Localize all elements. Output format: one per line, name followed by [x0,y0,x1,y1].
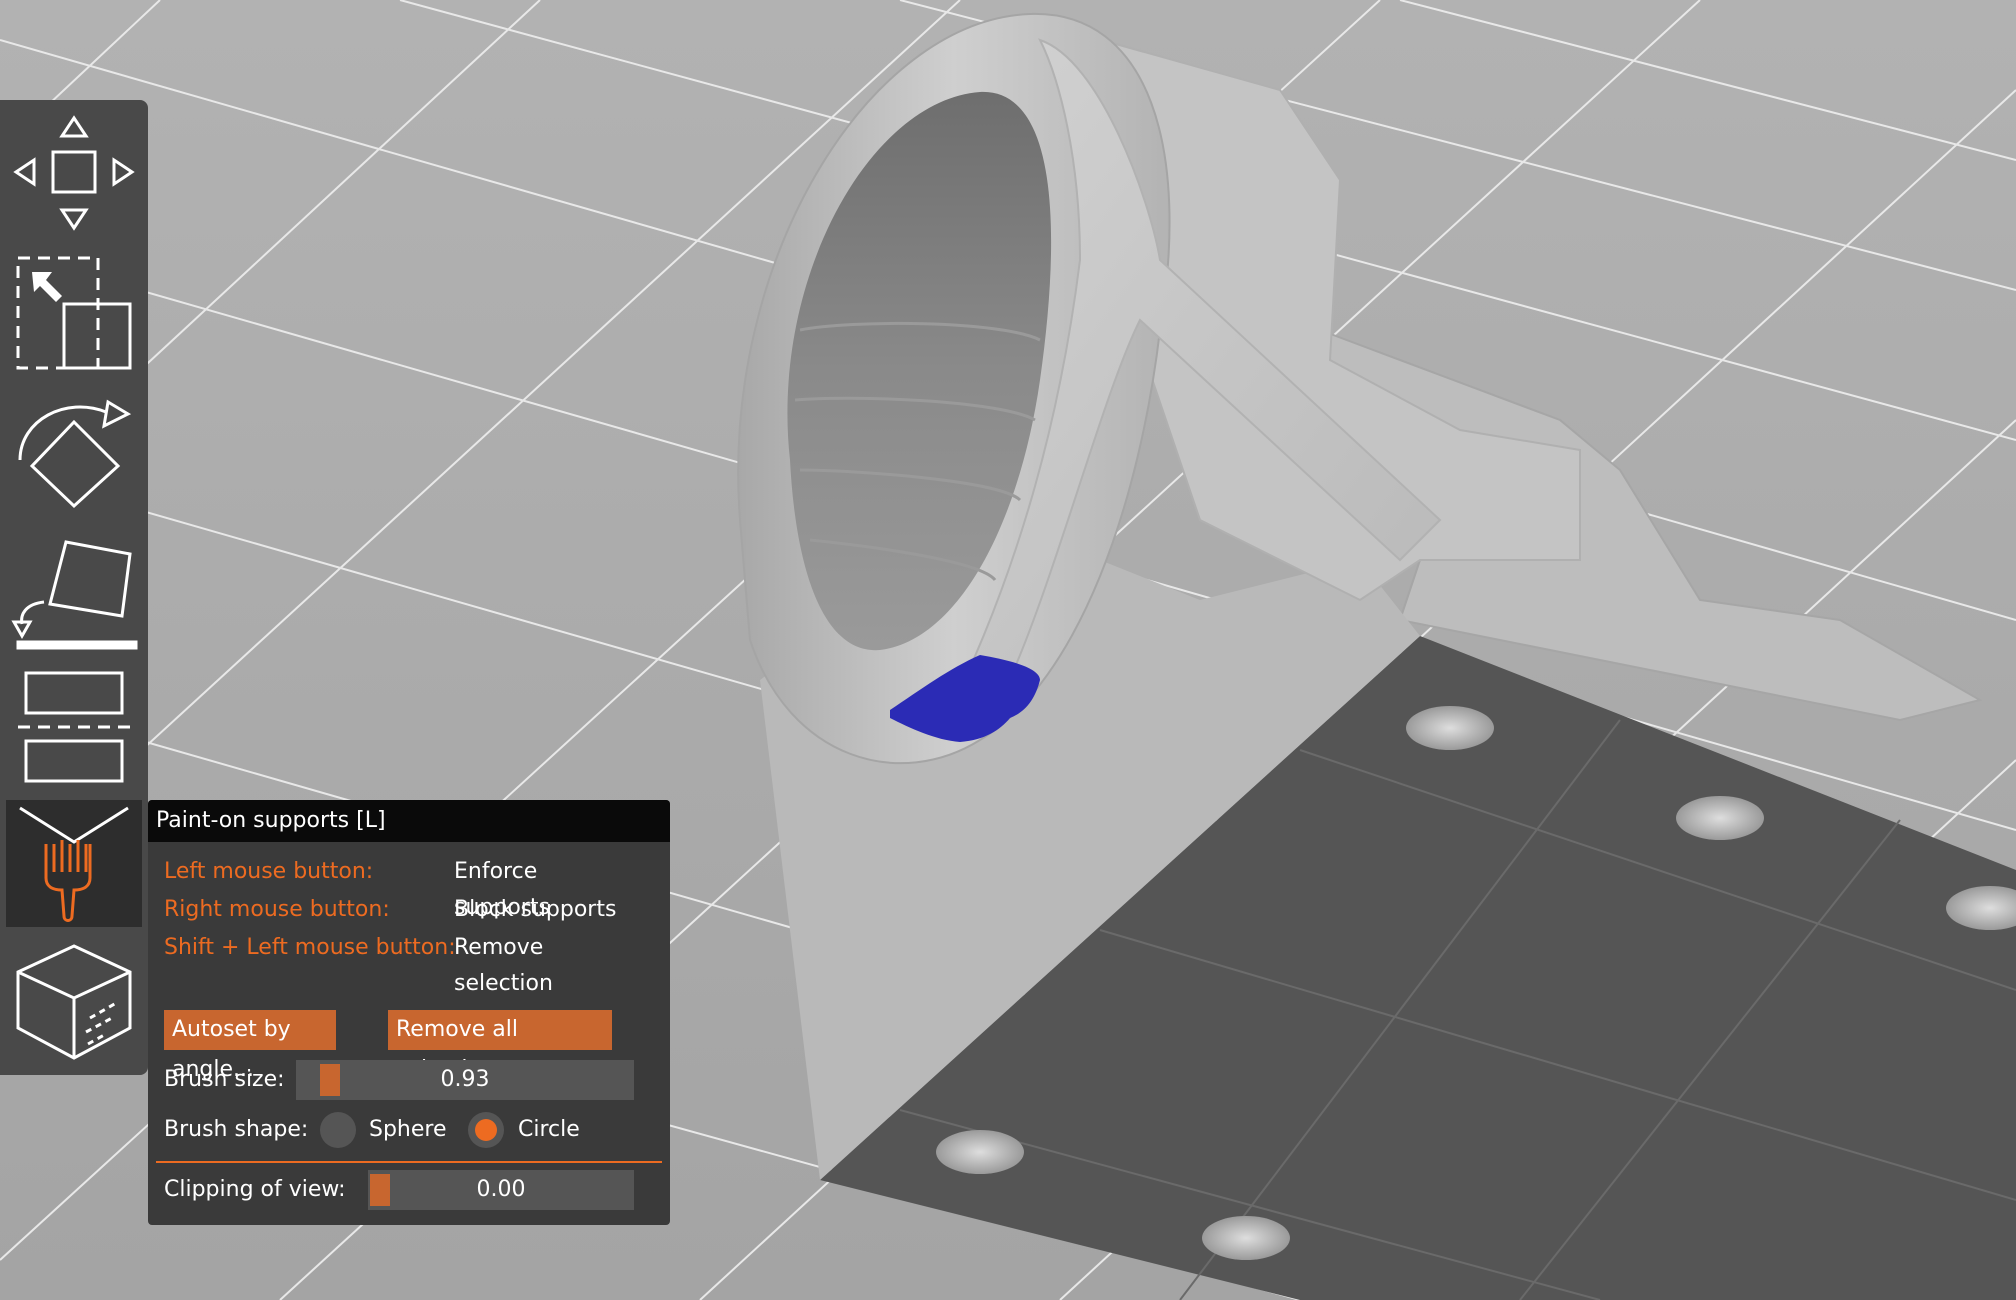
cut-icon [18,671,132,783]
separator [156,1161,662,1163]
circle-radio[interactable] [468,1112,504,1148]
hint-key: Left mouse button: [164,859,374,884]
hint-key: Right mouse button: [164,897,390,922]
move-tool-button[interactable] [6,112,142,232]
brush-size-label: Brush size: [164,1067,285,1092]
scale-tool-button[interactable] [6,250,142,375]
mounting-hole [936,1130,1024,1174]
hint-key: Shift + Left mouse button: [164,935,456,960]
sphere-radio[interactable] [320,1112,356,1148]
mounting-hole [1406,706,1494,750]
clipping-value: 0.00 [476,1177,526,1202]
mounting-hole [1202,1216,1290,1260]
cut-tool-button[interactable] [6,665,142,790]
rotate-icon [18,399,132,509]
rotate-tool-button[interactable] [6,390,142,515]
clipping-of-view-label: Clipping of view: [164,1177,346,1202]
paint-on-supports-tool-button[interactable] [6,800,142,927]
circle-label: Circle [518,1117,580,1142]
remove-all-selection-button[interactable]: Remove all selection [388,1010,612,1082]
hint-value: Remove selection [454,935,553,996]
slider-handle[interactable] [320,1064,340,1096]
seam-painting-tool-button[interactable] [6,940,142,1065]
clipping-of-view-slider[interactable]: 0.00 [368,1170,634,1210]
brush-shape-label: Brush shape: [164,1117,309,1142]
autoset-by-angle-button[interactable]: Autoset by angle... [164,1010,336,1082]
seam-painting-icon [16,944,132,1060]
gizmo-toolbar [0,100,148,1075]
radio-selected-dot [475,1119,497,1141]
place-on-face-tool-button[interactable] [6,532,142,657]
paint-on-supports-icon [19,806,129,922]
mounting-hole [1676,796,1764,840]
brush-size-value: 0.93 [440,1067,490,1092]
paint-supports-panel: Paint-on supports [L] Left mouse button:… [148,800,670,1225]
place-on-face-icon [11,540,138,650]
hint-value: Block supports [454,897,617,922]
hint-row: Left mouse button: Enforce supports [164,854,640,920]
slider-handle[interactable] [370,1174,390,1206]
hint-row: Right mouse button: Block supports [164,892,640,928]
scale-icon [16,256,132,370]
sphere-label: Sphere [369,1117,447,1142]
brush-size-slider[interactable]: 0.93 [296,1060,634,1100]
panel-title: Paint-on supports [L] [148,800,670,842]
move-icon [13,115,135,231]
hint-row: Shift + Left mouse button: Remove select… [164,930,640,996]
